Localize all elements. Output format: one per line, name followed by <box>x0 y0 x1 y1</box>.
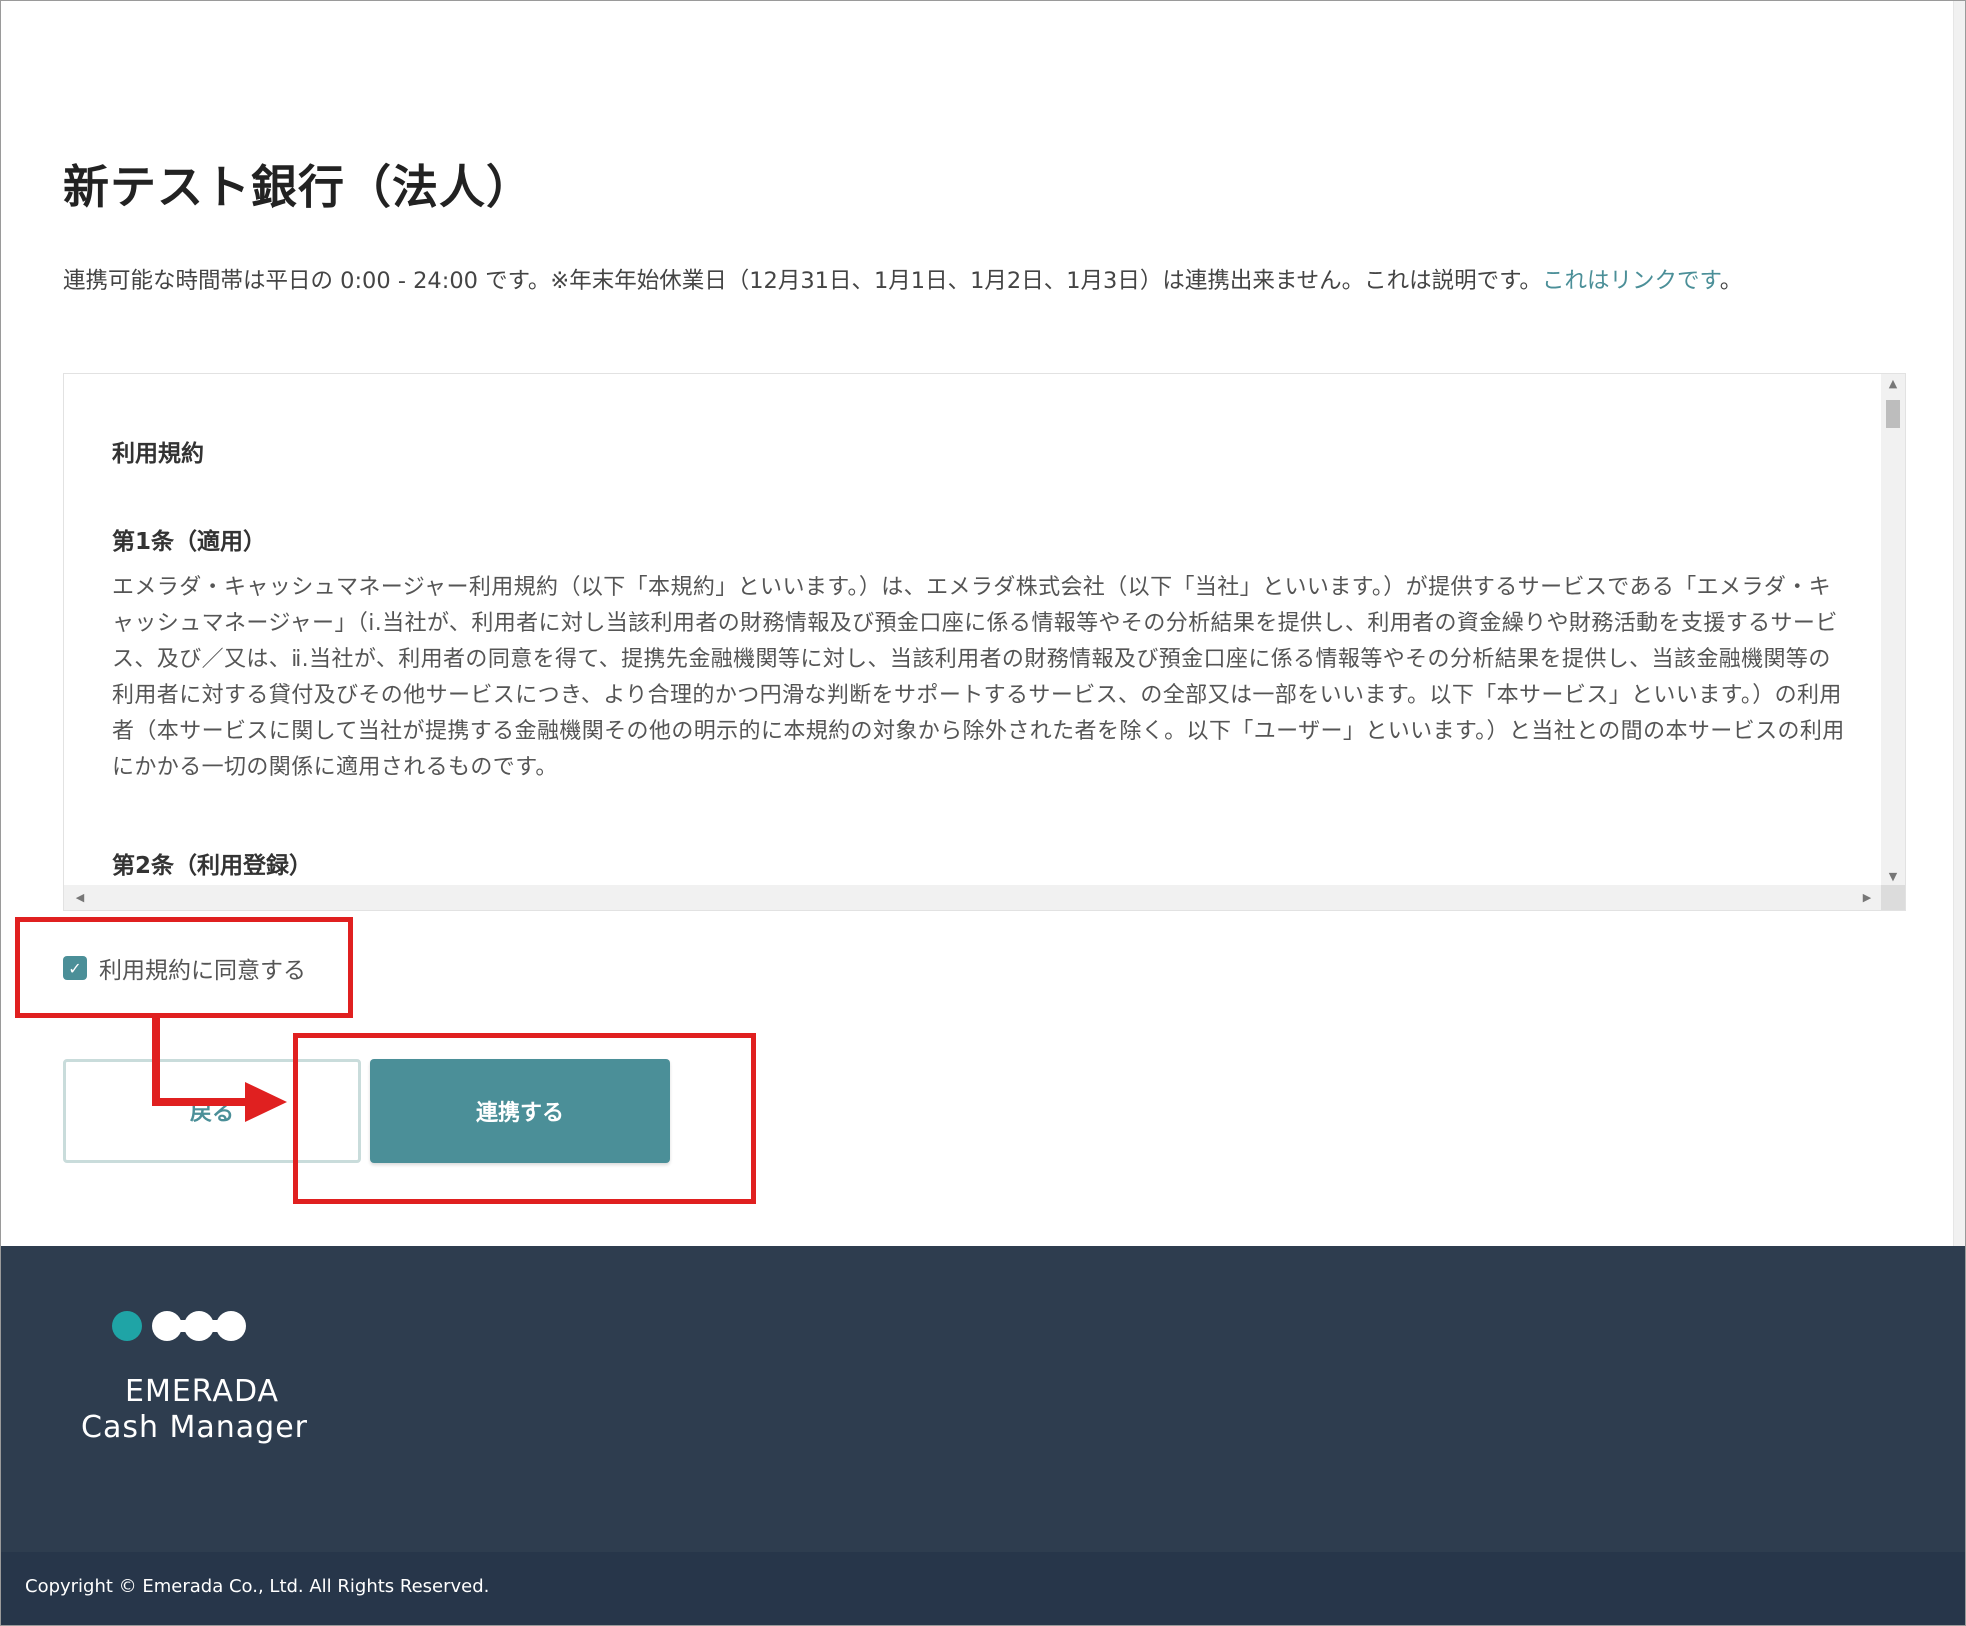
scroll-thumb[interactable] <box>1886 400 1900 428</box>
link-button[interactable]: 連携する <box>370 1059 670 1163</box>
page-description: 連携可能な時間帯は平日の 0:00 - 24:00 です。※年末年始休業日（12… <box>63 263 1742 295</box>
scroll-down-arrow-icon[interactable]: ▼ <box>1881 867 1905 887</box>
article1-body: エメラダ・キャッシュマネージャー利用規約（以下「本規約」といいます。）は、エメラ… <box>112 575 1845 780</box>
agree-checkbox[interactable]: ✓ <box>63 956 87 980</box>
description-link[interactable]: これはリンクです <box>1542 268 1720 294</box>
page-title: 新テスト銀行（法人） <box>63 160 533 214</box>
terms-horizontal-scrollbar[interactable]: ◀ ▶ <box>64 885 1883 910</box>
terms-box[interactable]: 利用規約 第1条（適用） エメラダ・キャッシュマネージャー利用規約（以下「本規約… <box>63 373 1906 911</box>
page-scrollbar[interactable] <box>1953 1 1965 1246</box>
terms-heading: 利用規約 <box>112 441 204 467</box>
article1-title: 第1条（適用） <box>112 529 267 555</box>
footer-bottom: Copyright © Emerada Co., Ltd. All Rights… <box>1 1552 1965 1625</box>
description-end: 。 <box>1719 268 1743 294</box>
description-text: 連携可能な時間帯は平日の 0:00 - 24:00 です。※年末年始休業日（12… <box>63 268 1542 294</box>
terms-vertical-scrollbar[interactable]: ▲ ▼ <box>1881 374 1905 887</box>
page: 新テスト銀行（法人） 連携可能な時間帯は平日の 0:00 - 24:00 です。… <box>0 0 1966 1626</box>
scroll-right-arrow-icon[interactable]: ▶ <box>1857 885 1877 910</box>
agree-label: 利用規約に同意する <box>99 958 306 984</box>
footer: EMERADA Cash Manager <box>1 1246 1965 1552</box>
back-button[interactable]: 戻る <box>63 1059 361 1163</box>
scroll-up-arrow-icon[interactable]: ▲ <box>1881 374 1905 394</box>
logo-dots-icon <box>112 1311 246 1341</box>
copyright-text: Copyright © Emerada Co., Ltd. All Rights… <box>25 1576 490 1597</box>
scrollbar-corner <box>1881 885 1905 910</box>
article2-title: 第2条（利用登録） <box>112 853 313 879</box>
logo-text-cash-manager: Cash Manager <box>81 1410 309 1445</box>
agree-checkbox-row[interactable]: ✓ 利用規約に同意する <box>63 951 306 985</box>
check-icon: ✓ <box>68 958 82 978</box>
logo-text-emerada: EMERADA <box>125 1374 280 1409</box>
scroll-left-arrow-icon[interactable]: ◀ <box>70 885 90 910</box>
